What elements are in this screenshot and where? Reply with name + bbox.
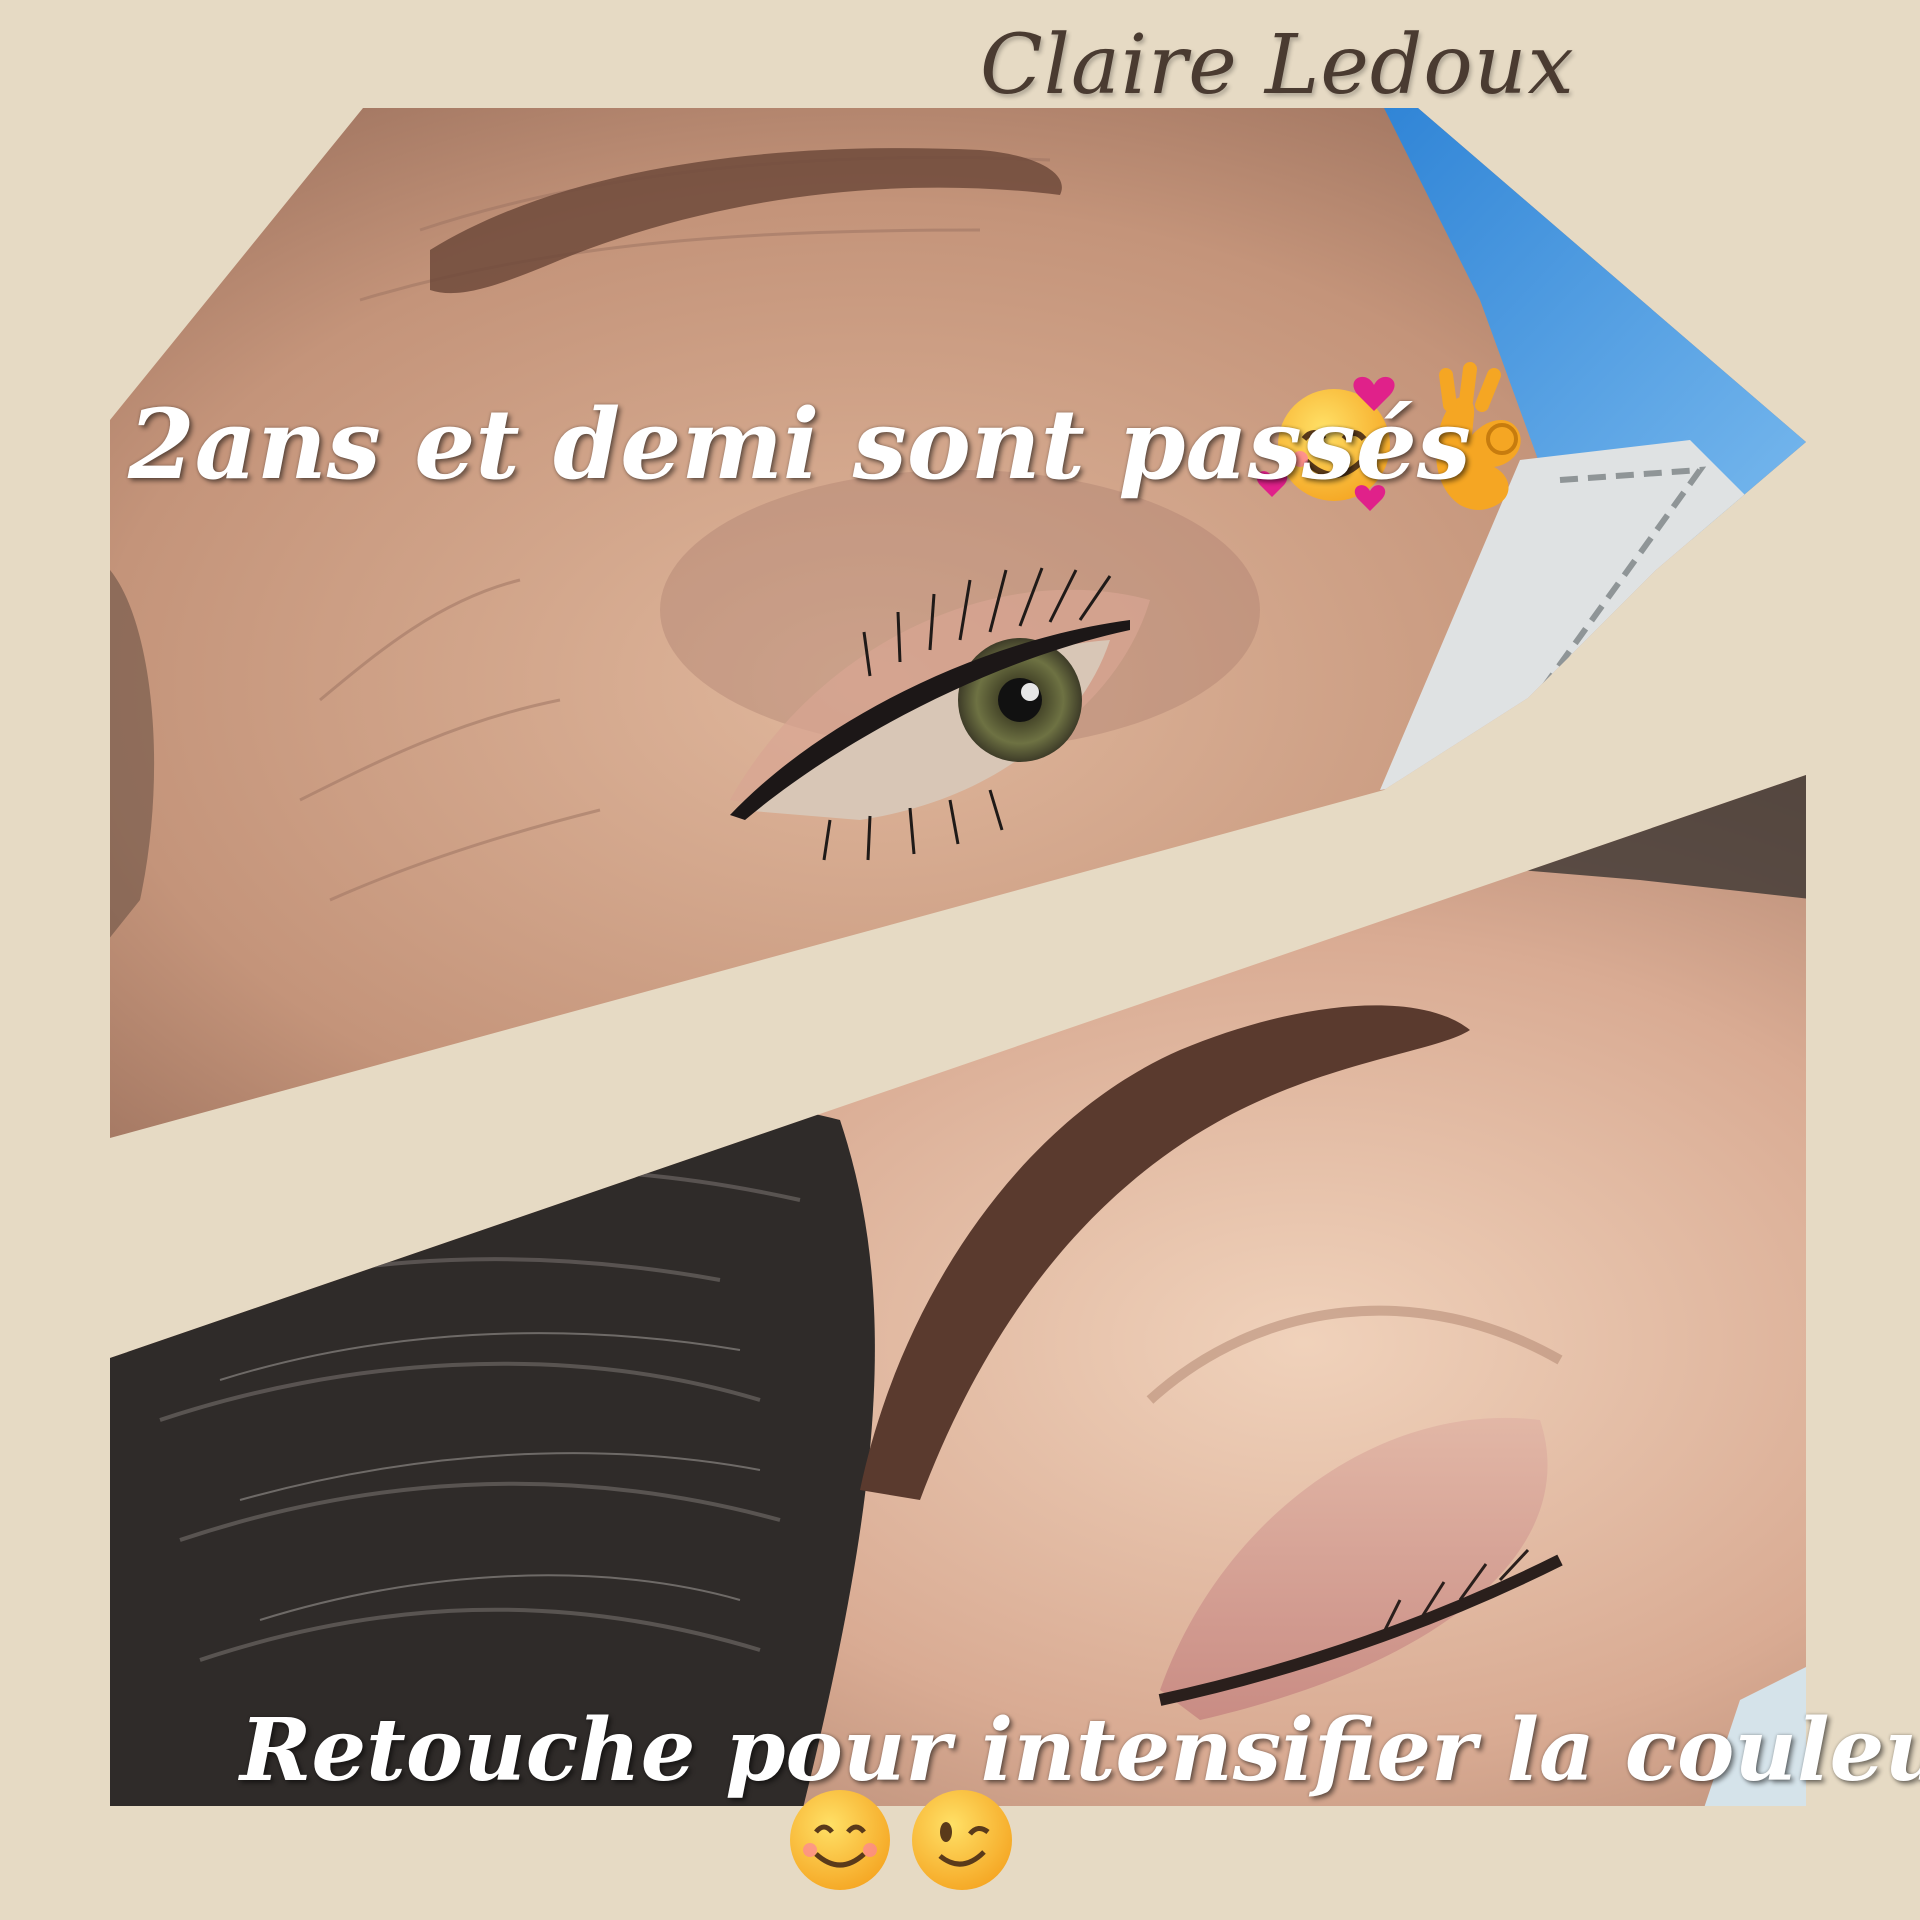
caption-top: 2ans et demi sont passés: [128, 388, 1471, 501]
winking-face-icon: [912, 1790, 1012, 1890]
signature-watermark: Claire Ledoux: [980, 18, 1575, 113]
smiling-face-icon: [790, 1790, 890, 1890]
caption-bottom: Retouche pour intensifier la couleur: [240, 1700, 1920, 1801]
collage-canvas: [110, 108, 1806, 1890]
